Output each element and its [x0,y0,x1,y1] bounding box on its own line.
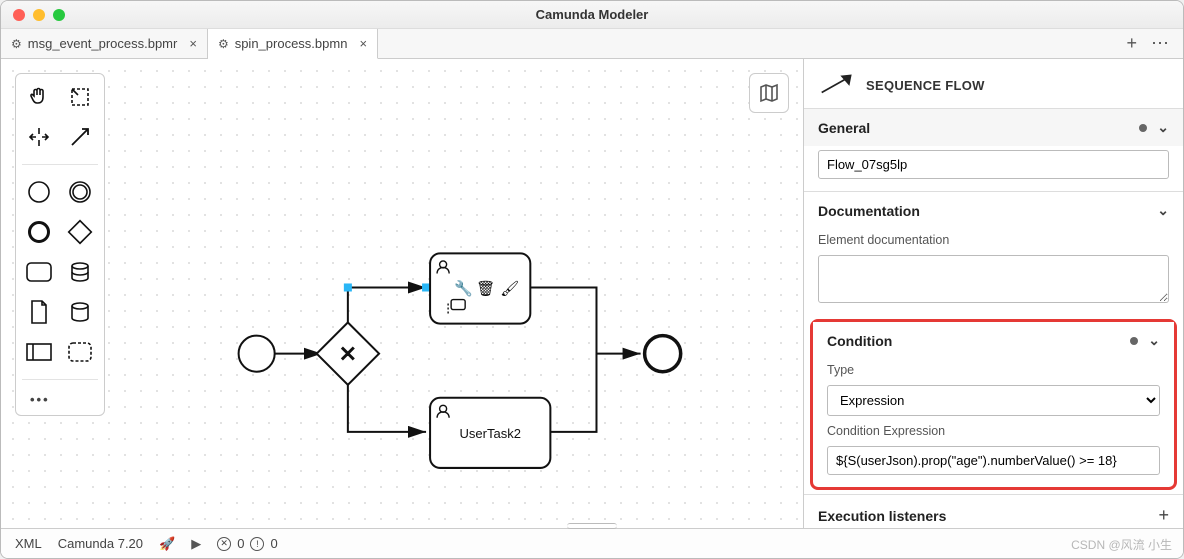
trash-icon[interactable]: 🗑 [476,281,495,298]
warning-icon: ! [250,537,264,551]
section-execution-listeners-header[interactable]: Execution listeners + [804,495,1183,528]
properties-title: SEQUENCE FLOW [866,78,985,93]
sequence-flow-icon [820,73,854,98]
section-condition-header[interactable]: Condition ⌄ [813,322,1174,359]
gear-icon: ⚙ [11,37,22,51]
condition-highlight: Condition ⌄ Type Expression Condition Ex… [810,319,1177,490]
condition-type-label: Type [827,363,1160,377]
indicator-dot-icon [1130,337,1138,345]
wrench-icon[interactable]: 🔧 [454,279,473,298]
chevron-down-icon: ⌄ [1157,202,1169,219]
run-icon[interactable]: ▶ [191,536,201,552]
status-platform[interactable]: Camunda 7.20 [58,536,143,551]
plus-icon[interactable]: + [1158,505,1169,526]
documentation-label: Element documentation [818,233,1169,247]
more-menu-button[interactable]: ⋯ [1151,33,1169,54]
tab-label: msg_event_process.bpmr [28,36,178,51]
id-field[interactable] [818,150,1169,179]
section-documentation-header[interactable]: Documentation ⌄ [804,192,1183,229]
status-mode[interactable]: XML [15,536,42,551]
status-bar: XML Camunda 7.20 🚀 ▶ ✕0 !0 [1,528,1183,558]
condition-type-select[interactable]: Expression [827,385,1160,416]
error-icon: ✕ [217,537,231,551]
tab-bar: ⚙ msg_event_process.bpmr × ⚙ spin_proces… [1,29,1183,59]
tab-spin-process[interactable]: ⚙ spin_process.bpmn × [208,29,378,59]
deploy-icon[interactable]: 🚀 [159,536,175,552]
usertask2-label: UserTask2 [459,426,520,441]
condition-expression-field[interactable] [827,446,1160,475]
canvas[interactable]: ••• ✕ [1,59,803,528]
chevron-down-icon: ⌄ [1148,332,1160,349]
panel-drag-handle[interactable] [557,523,627,529]
tab-label: spin_process.bpmn [235,36,348,51]
titlebar: Camunda Modeler [1,1,1183,29]
close-tab-icon[interactable]: × [359,36,367,51]
documentation-textarea[interactable] [818,255,1169,303]
app-title: Camunda Modeler [1,7,1183,22]
close-tab-icon[interactable]: × [189,36,197,51]
new-tab-button[interactable]: + [1126,33,1137,54]
indicator-dot-icon [1139,124,1147,132]
tab-msg-event-process[interactable]: ⚙ msg_event_process.bpmr × [1,29,208,58]
brush-icon[interactable]: 🖌 [500,281,519,298]
svg-text:✕: ✕ [339,342,357,367]
properties-panel: SEQUENCE FLOW General ⌄ Documentation ⌄ … [803,59,1183,528]
section-general-header[interactable]: General ⌄ [804,109,1183,146]
bpmn-diagram[interactable]: ✕ 🔧 🗑 🖌 [1,59,803,528]
gear-icon: ⚙ [218,37,229,51]
chevron-down-icon: ⌄ [1157,119,1169,136]
condition-expression-label: Condition Expression [827,424,1160,438]
problems-counter[interactable]: ✕0 !0 [217,536,277,551]
